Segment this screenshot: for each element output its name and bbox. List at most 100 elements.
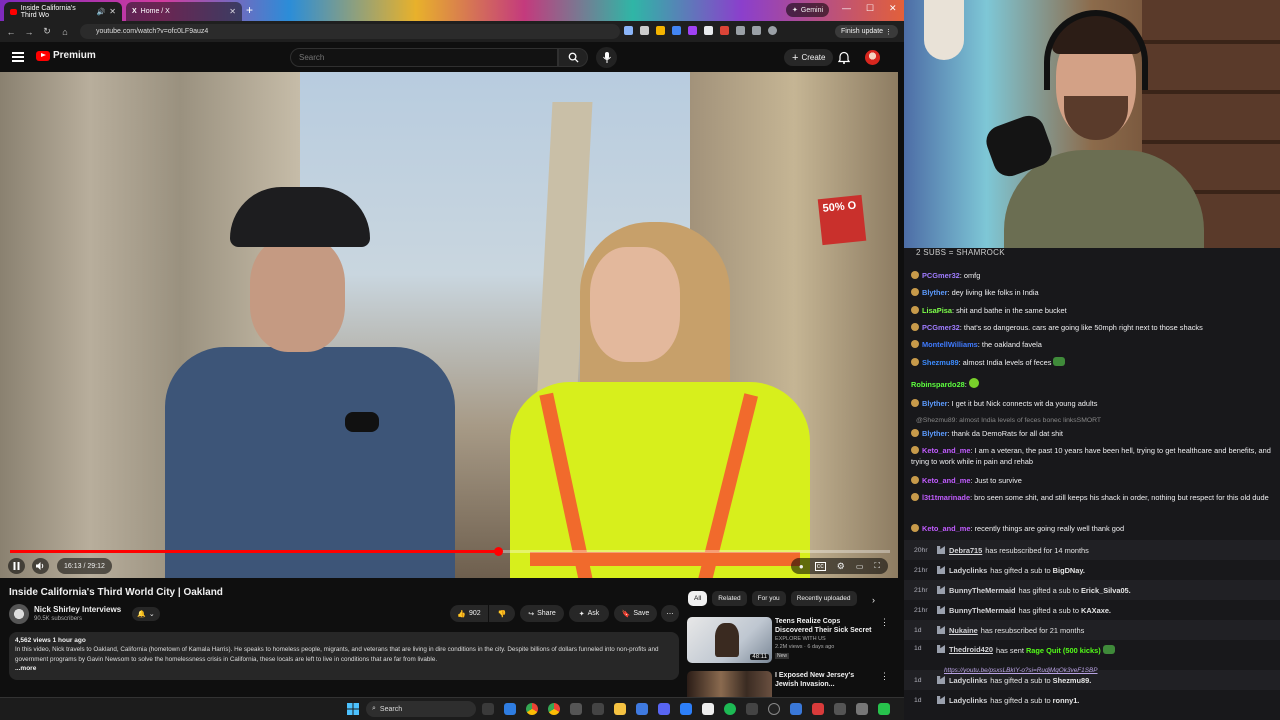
event-user[interactable]: Ladyclinks (949, 676, 987, 685)
description-box[interactable]: 4,562 views 1 hour ago In this video, Ni… (9, 632, 679, 680)
notification-bell-icon[interactable] (838, 51, 850, 64)
youtube-premium-logo[interactable]: Premium (36, 50, 96, 61)
reload-icon[interactable]: ↻ (38, 26, 56, 37)
app-icon[interactable] (856, 703, 868, 715)
miniplayer-icon[interactable]: ▭ (856, 562, 864, 571)
event-user[interactable]: Ladyclinks (949, 566, 987, 575)
gemini-button[interactable]: ✦ Gemini (786, 3, 830, 17)
event-user[interactable]: Debra715 (949, 546, 982, 555)
chip-for-you[interactable]: For you (751, 591, 786, 606)
bookmark-star-icon[interactable] (640, 26, 649, 35)
app-icon[interactable] (746, 703, 758, 715)
extension-icon[interactable] (672, 26, 681, 35)
obs-icon[interactable] (768, 703, 780, 715)
task-view-icon[interactable] (482, 703, 494, 715)
puzzle-icon[interactable] (736, 26, 745, 35)
extension-icon[interactable] (688, 26, 697, 35)
app-icon[interactable] (680, 703, 692, 715)
autoplay-toggle-icon[interactable]: ● (799, 562, 804, 571)
maximize-icon[interactable]: ☐ (866, 3, 874, 14)
chat-username[interactable]: Blyther (922, 429, 947, 438)
chat-username[interactable]: Shezmu89 (922, 358, 959, 367)
extension-icon[interactable] (656, 26, 665, 35)
event-user[interactable]: Nukaine (949, 626, 978, 635)
video-player[interactable]: 50% O (0, 72, 898, 578)
more-actions-button[interactable]: ⋯ (661, 605, 679, 622)
settings-gear-icon[interactable]: ⚙ (837, 561, 845, 572)
app-icon[interactable] (834, 703, 846, 715)
chat-username[interactable]: PCGmer32 (922, 271, 960, 280)
chat-username[interactable]: Blyther (922, 288, 947, 297)
chrome-icon[interactable] (526, 703, 538, 715)
extension-icon[interactable] (720, 26, 729, 35)
app-icon[interactable] (790, 703, 802, 715)
taskbar-search[interactable]: ⌕ Search (366, 701, 476, 717)
show-more-link[interactable]: ...more (15, 665, 673, 672)
profile-avatar-icon[interactable] (768, 26, 777, 35)
create-button[interactable]: + Create (784, 49, 834, 66)
recommended-title[interactable]: I Exposed New Jersey's Jewish Invasion..… (775, 671, 875, 689)
url-field[interactable]: youtube.com/watch?v=ofc0LF9auz4 (80, 24, 620, 39)
like-button[interactable]: 👍 902 (450, 605, 488, 622)
minimize-icon[interactable]: — (842, 3, 851, 13)
channel-name[interactable]: Nick Shirley Interviews (34, 605, 121, 614)
save-button[interactable]: 🔖 Save (614, 605, 657, 622)
subscribed-notification-button[interactable]: 🔔 ⌄ (132, 607, 160, 621)
chat-username[interactable]: Blyther (922, 399, 947, 408)
close-window-icon[interactable]: ✕ (889, 3, 897, 14)
ask-button[interactable]: ✦ Ask (569, 605, 609, 622)
download-icon[interactable] (752, 26, 761, 35)
close-tab-icon[interactable]: ✕ (109, 7, 116, 16)
captions-icon[interactable]: cc (814, 561, 826, 571)
event-message-link[interactable]: https://youtu.be/psxsLBkIY-o?si=RudjMqOk… (944, 667, 1098, 674)
video-thumbnail[interactable] (687, 671, 772, 697)
app-icon[interactable] (570, 703, 582, 715)
new-tab-button[interactable]: + (246, 3, 253, 17)
recommended-video[interactable]: I Exposed New Jersey's Jewish Invasion..… (687, 671, 887, 697)
spotify-icon[interactable] (724, 703, 736, 715)
app-icon[interactable] (636, 703, 648, 715)
search-input[interactable] (290, 48, 558, 67)
app-icon[interactable] (702, 703, 714, 715)
chip-all[interactable]: All (688, 591, 708, 606)
kebab-menu-icon[interactable]: ⋮ (880, 671, 887, 682)
recommended-title[interactable]: Teens Realize Cops Discovered Their Sick… (775, 617, 875, 635)
hamburger-menu-icon[interactable] (12, 52, 24, 64)
home-icon[interactable]: ⌂ (56, 27, 74, 37)
chip-related[interactable]: Related (712, 591, 747, 606)
dislike-button[interactable]: 👎 (489, 605, 515, 622)
chat-username[interactable]: l3t1tmarinade (922, 493, 970, 502)
video-thumbnail[interactable]: 48:11 (687, 617, 772, 663)
chat-username[interactable]: Keto_and_me (922, 476, 970, 485)
edge-icon[interactable] (504, 703, 516, 715)
event-user[interactable]: BunnyTheMermaid (949, 606, 1016, 615)
app-icon[interactable] (592, 703, 604, 715)
close-tab-icon[interactable]: ✕ (229, 7, 236, 16)
kebab-menu-icon[interactable]: ⋮ (880, 617, 889, 628)
video-progress-bar[interactable] (10, 547, 890, 556)
chip-recently-uploaded[interactable]: Recently uploaded (790, 591, 857, 606)
app-icon[interactable] (812, 703, 824, 715)
fullscreen-icon[interactable]: ⛶ (874, 561, 880, 571)
chat-username[interactable]: Keto_and_me (922, 446, 970, 455)
chat-username[interactable]: PCGmer32 (922, 323, 960, 332)
install-icon[interactable] (624, 26, 633, 35)
share-button[interactable]: ↪ Share (520, 605, 564, 622)
chrome-icon[interactable] (548, 703, 560, 715)
event-user[interactable]: Thedroid420 (949, 645, 993, 654)
tab-x-home[interactable]: X Home / X ✕ (126, 2, 242, 21)
event-user[interactable]: BunnyTheMermaid (949, 586, 1016, 595)
discord-icon[interactable] (658, 703, 670, 715)
chat-username[interactable]: Robinspardo28 (911, 380, 965, 389)
recommended-video[interactable]: 48:11 Teens Realize Cops Discovered Thei… (687, 617, 889, 667)
volume-button[interactable] (32, 558, 49, 574)
chat-username[interactable]: LisaPisa (922, 306, 952, 315)
pause-button[interactable] (8, 558, 25, 574)
chat-username[interactable]: MontellWilliams (922, 340, 978, 349)
back-icon[interactable]: ← (2, 27, 20, 37)
channel-avatar[interactable] (9, 604, 29, 624)
finish-update-button[interactable]: Finish update ⋮ (835, 25, 898, 38)
voice-search-button[interactable] (596, 47, 617, 68)
forward-icon[interactable]: → (20, 27, 38, 37)
event-user[interactable]: Ladyclinks (949, 696, 987, 705)
